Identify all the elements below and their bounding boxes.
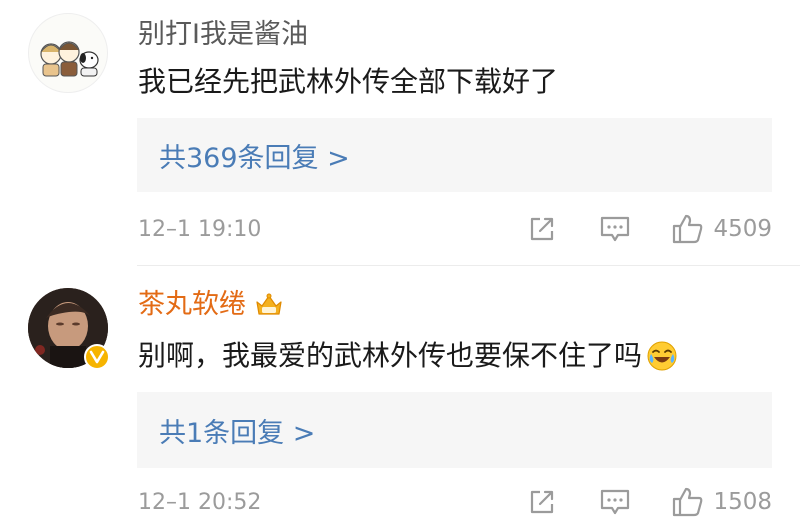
comment-text: 我已经先把武林外传全部下载好了 [138,65,559,98]
laugh-cry-emoji [647,341,677,371]
comment-icon [601,489,630,515]
view-replies-button[interactable]: 共369条回复 > [137,118,772,192]
comment-item: 茶丸软绻 别啊，我最爱的武林外传也要保不住了吗 共1条回复 > 12–1 20:… [0,266,800,517]
like-count: 1508 [713,489,772,515]
cartoon-avatar-icon [40,41,99,77]
avatar[interactable] [28,13,108,93]
comment-button[interactable] [599,487,631,517]
verified-badge-icon [84,344,110,370]
share-button[interactable] [527,487,557,517]
comment-text-body: 别啊，我最爱的武林外传也要保不住了吗 [138,339,643,372]
view-replies-button[interactable]: 共1条回复 > [137,392,772,468]
timestamp: 12–1 20:52 [138,489,262,515]
username[interactable]: 茶丸软绻 [138,288,284,322]
share-icon [531,490,554,514]
share-button[interactable] [527,214,557,244]
username[interactable]: 别打I我是酱油 [138,18,308,52]
comment-icon [601,216,630,242]
like-count: 4509 [713,216,772,242]
comment-item: 别打I我是酱油 我已经先把武林外传全部下载好了 共369条回复 > 12–1 1… [0,0,800,265]
comment-text: 别啊，我最爱的武林外传也要保不住了吗 [138,338,678,374]
like-icon [673,214,703,244]
like-button[interactable]: 4509 [671,213,772,245]
username-text: 茶丸软绻 [138,289,246,320]
comment-footer: 12–1 19:10 4509 [138,212,772,246]
comment-footer: 12–1 20:52 1508 [138,485,772,519]
avatar[interactable] [28,288,110,370]
like-button[interactable]: 1508 [671,486,772,518]
share-icon [531,217,554,241]
like-icon [673,487,703,517]
comment-button[interactable] [599,214,631,244]
timestamp: 12–1 19:10 [138,216,262,242]
crown-member-icon[interactable] [254,292,284,318]
